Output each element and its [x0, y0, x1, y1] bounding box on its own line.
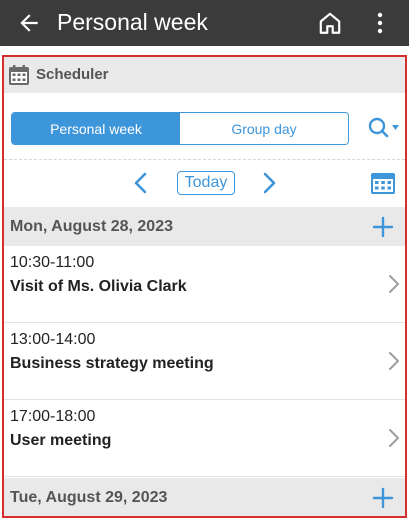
back-arrow-icon[interactable] [16, 10, 42, 36]
chevron-left-icon[interactable] [131, 171, 151, 195]
day-label: Mon, August 28, 2023 [10, 218, 173, 235]
event-item[interactable]: 17:00-18:00 User meeting [4, 400, 405, 477]
chevron-right-icon [389, 429, 399, 447]
event-time: 10:30-11:00 [10, 254, 95, 271]
scheduler-panel: Scheduler Personal week Group day Today … [2, 55, 407, 518]
event-time: 13:00-14:00 [10, 331, 96, 348]
event-item[interactable]: 13:00-14:00 Business strategy meeting [4, 323, 405, 400]
calendar-icon [9, 65, 29, 85]
chevron-right-icon [389, 352, 399, 370]
calendar-grid-icon[interactable] [370, 170, 396, 196]
more-vertical-icon[interactable] [370, 10, 390, 36]
event-time: 17:00-18:00 [10, 408, 96, 425]
tab-personal-week[interactable]: Personal week [12, 113, 180, 144]
app-bar: Personal week [0, 0, 409, 46]
event-item[interactable]: 10:30-11:00 Visit of Ms. Olivia Clark [4, 246, 405, 323]
event-title: Visit of Ms. Olivia Clark [10, 278, 187, 295]
add-icon[interactable] [371, 215, 395, 239]
add-icon[interactable] [371, 486, 395, 510]
event-title: Business strategy meeting [10, 355, 214, 372]
tab-group-day[interactable]: Group day [180, 113, 348, 144]
day-header: Tue, August 29, 2023 [4, 478, 405, 516]
scheduler-label: Scheduler [36, 66, 109, 83]
view-switch: Personal week Group day [11, 112, 349, 145]
scheduler-header: Scheduler [4, 57, 405, 93]
today-button[interactable]: Today [177, 171, 235, 195]
chevron-right-icon [389, 275, 399, 293]
divider [4, 159, 405, 160]
search-dropdown-icon[interactable] [365, 115, 401, 141]
event-title: User meeting [10, 432, 112, 449]
day-header: Mon, August 28, 2023 [4, 207, 405, 246]
day-label: Tue, August 29, 2023 [10, 489, 168, 506]
page-title: Personal week [57, 9, 208, 35]
chevron-right-icon[interactable] [259, 171, 279, 195]
home-icon[interactable] [317, 10, 343, 36]
